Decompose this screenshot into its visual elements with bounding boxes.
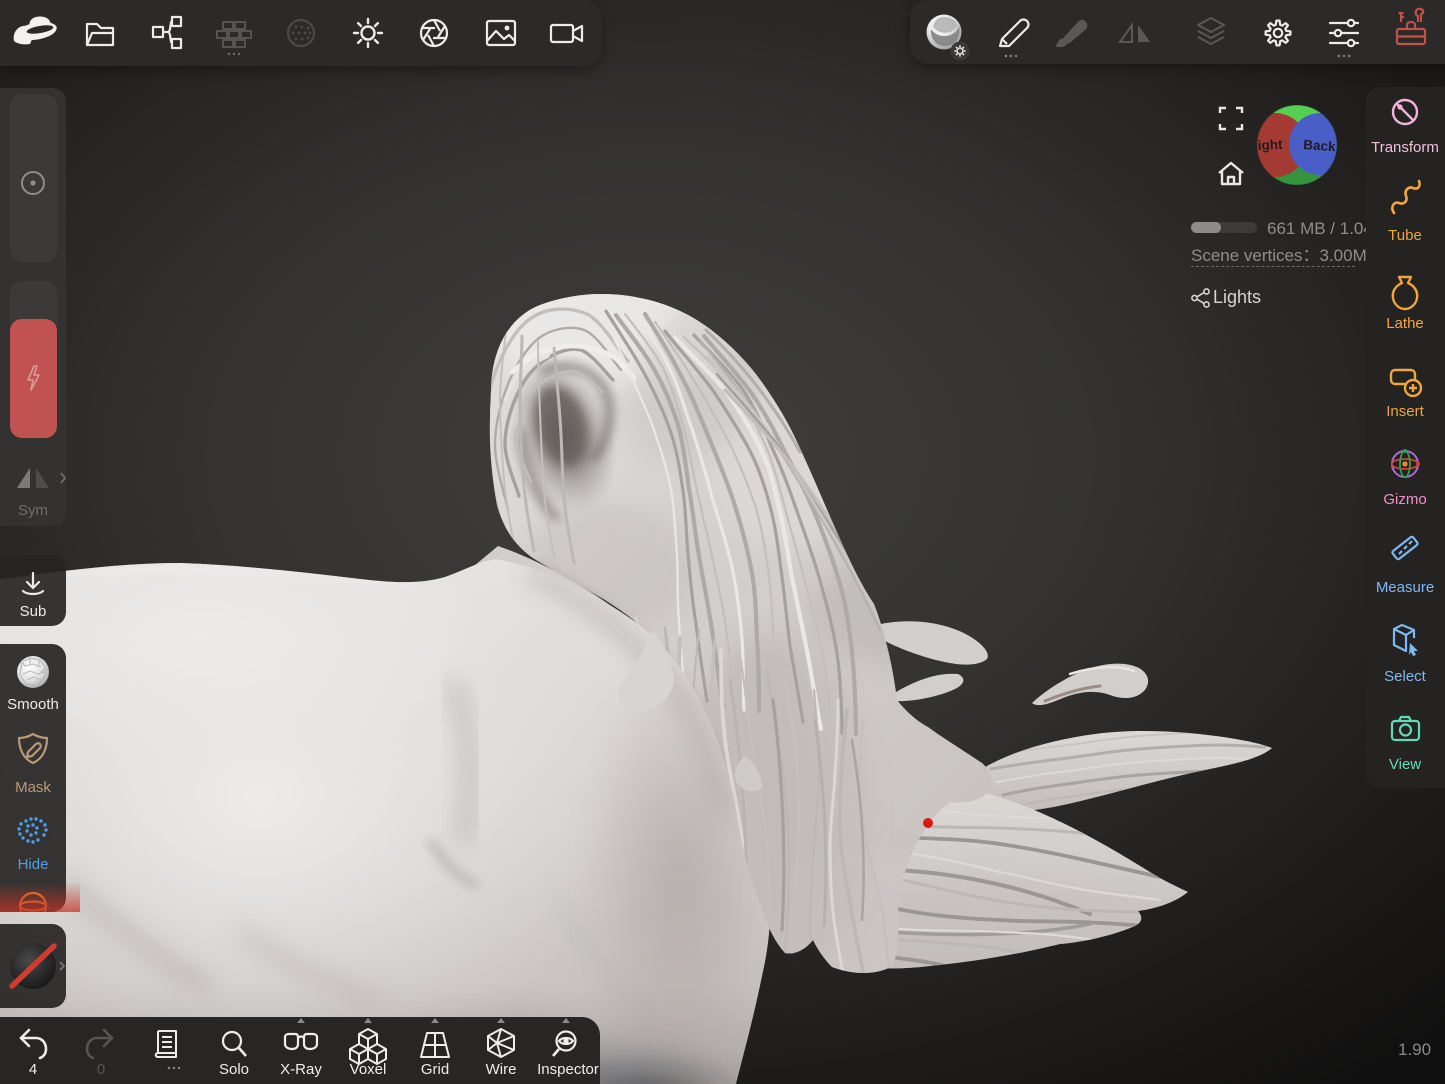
svg-text:ight: ight [1257,137,1283,153]
svg-text:Inspector: Inspector [537,1061,599,1078]
svg-text:Wire: Wire [486,1061,517,1078]
svg-text:Back: Back [1303,137,1337,154]
svg-text:Select: Select [1384,668,1427,685]
svg-text:Transform: Transform [1371,139,1439,156]
svg-text:Gizmo: Gizmo [1383,491,1426,508]
svg-text:Insert: Insert [1386,403,1424,420]
svg-text:Tube: Tube [1388,227,1422,244]
svg-text:Measure: Measure [1376,579,1434,596]
svg-text:Solo: Solo [219,1061,249,1078]
svg-text:4: 4 [29,1061,37,1078]
svg-text:Lathe: Lathe [1386,315,1424,332]
svg-text:0: 0 [97,1061,105,1078]
svg-text:Sym: Sym [18,502,48,519]
svg-text:Hide: Hide [18,856,49,873]
svg-text:Mask: Mask [15,779,51,796]
svg-text:Voxel: Voxel [350,1061,387,1078]
svg-text:X-Ray: X-Ray [280,1061,322,1078]
svg-text:Grid: Grid [421,1061,449,1078]
svg-text:Sub: Sub [20,603,47,620]
svg-text:Smooth: Smooth [7,696,59,713]
svg-text:View: View [1389,756,1421,773]
